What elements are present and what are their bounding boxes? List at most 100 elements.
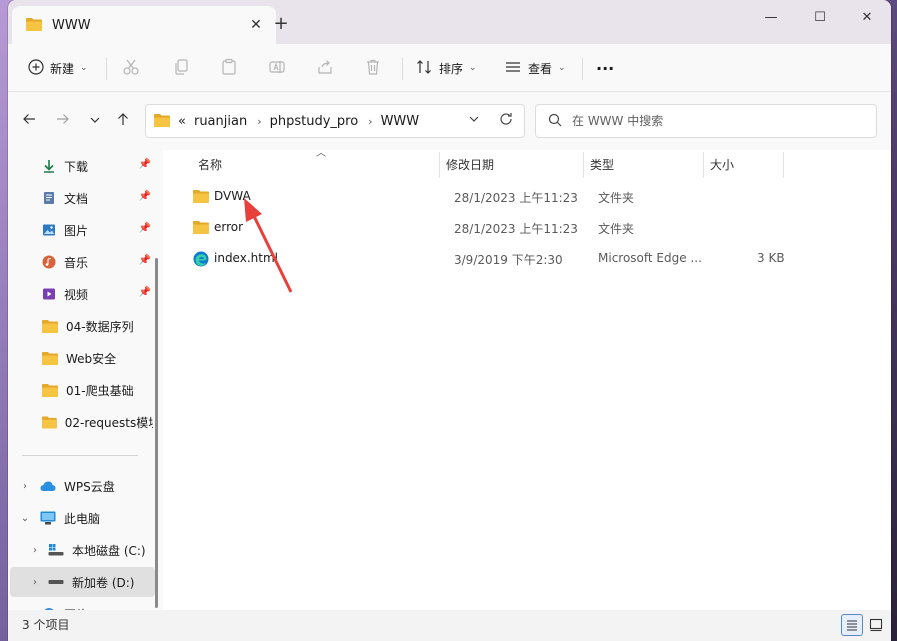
breadcrumb-www[interactable]: WWW (381, 114, 420, 129)
nav-item-folder-04[interactable]: 04-数据序列 (8, 311, 153, 341)
tab-title: WWW (52, 17, 91, 33)
edge-icon (193, 251, 209, 270)
nav-item-label: 图片 (64, 223, 89, 238)
file-type: 文件夹 (598, 191, 635, 205)
nav-item-documents[interactable]: 文档 📌 (8, 183, 153, 213)
chevron-right-icon[interactable]: › (257, 115, 261, 128)
list-view-icon (504, 58, 522, 79)
recent-locations-button[interactable] (82, 108, 108, 134)
close-window-button[interactable]: ✕ (844, 4, 890, 32)
music-icon (42, 255, 56, 269)
column-header-type[interactable]: 类型 (590, 150, 614, 178)
divider (106, 58, 107, 80)
breadcrumb-ruanjian[interactable]: ruanjian (194, 114, 247, 129)
cloud-icon (40, 481, 56, 491)
folder-icon (42, 384, 58, 397)
nav-item-this-pc[interactable]: ⌄ 此电脑 (8, 503, 153, 533)
nav-item-pictures[interactable]: 图片 📌 (8, 215, 153, 245)
back-button[interactable] (16, 108, 42, 134)
column-divider[interactable] (583, 152, 584, 178)
address-dropdown-icon[interactable] (468, 113, 480, 128)
nav-item-music[interactable]: 音乐 📌 (8, 247, 153, 277)
paste-button[interactable] (220, 54, 238, 82)
chevron-right-icon[interactable]: › (28, 545, 42, 556)
divider (402, 58, 403, 80)
sort-button[interactable]: 排序 ⌄ (415, 54, 477, 82)
nav-item-drive-d[interactable]: › 新加卷 (D:) (10, 567, 155, 597)
folder-icon (26, 17, 42, 34)
column-divider[interactable] (703, 152, 704, 178)
drive-icon (48, 580, 64, 584)
forward-button[interactable] (50, 108, 76, 134)
address-bar[interactable]: « ruanjian › phpstudy_pro › WWW (145, 104, 525, 138)
share-icon (316, 58, 334, 79)
nav-item-folder-01[interactable]: 01-爬虫基础 (8, 375, 153, 405)
download-icon (44, 160, 54, 173)
divider (22, 455, 138, 456)
title-bar: WWW ✕ + — ☐ ✕ (8, 0, 891, 44)
nav-item-folder-02[interactable]: 02-requests模块 (8, 407, 153, 437)
search-box[interactable] (535, 104, 877, 138)
nav-item-downloads[interactable]: 下载 📌 (8, 151, 153, 181)
chevron-right-icon[interactable]: › (368, 115, 372, 128)
file-list: ︿ 名称 修改日期 类型 大小 DVWA 28/1/2023 上午11:23 文… (163, 148, 891, 610)
search-input[interactable] (572, 114, 852, 128)
share-button[interactable] (316, 54, 334, 82)
delete-button[interactable] (364, 54, 382, 82)
address-row: « ruanjian › phpstudy_pro › WWW (8, 92, 891, 150)
divider (582, 58, 583, 80)
column-divider[interactable] (439, 152, 440, 178)
column-divider[interactable] (783, 152, 784, 178)
nav-scrollbar[interactable] (155, 258, 158, 608)
file-name: error (214, 220, 244, 234)
file-type: 文件夹 (598, 222, 635, 236)
tab-www[interactable]: WWW ✕ (12, 6, 276, 44)
folder-icon (193, 220, 209, 237)
column-header-size[interactable]: 大小 (710, 150, 734, 178)
breadcrumb-phpstudy[interactable]: phpstudy_pro (270, 114, 359, 129)
new-tab-button[interactable]: + (270, 14, 292, 36)
nav-item-drive-c[interactable]: › 本地磁盘 (C:) (8, 535, 153, 565)
details-view-icon (847, 620, 857, 631)
pin-icon: 📌 (138, 255, 151, 266)
copy-button[interactable] (172, 54, 190, 82)
folder-icon (154, 113, 170, 130)
chevron-right-icon[interactable]: › (28, 577, 42, 588)
column-header-date[interactable]: 修改日期 (446, 150, 494, 178)
new-button[interactable]: 新建 ⌄ (28, 54, 88, 82)
nav-item-label: 此电脑 (64, 511, 101, 526)
column-header-name[interactable]: 名称 (198, 150, 222, 178)
file-name: index.html (214, 251, 278, 265)
pin-icon: 📌 (138, 223, 151, 234)
tiles-view-button[interactable] (865, 614, 887, 636)
nav-item-network[interactable]: 网络 (8, 599, 153, 610)
tab-close-icon[interactable]: ✕ (246, 15, 266, 35)
maximize-button[interactable]: ☐ (797, 4, 843, 32)
nav-item-videos[interactable]: 视频 📌 (8, 279, 153, 309)
details-view-button[interactable] (841, 614, 863, 636)
view-button[interactable]: 查看 ⌄ (504, 54, 566, 82)
nav-item-wps-cloud[interactable]: › WPS云盘 (8, 471, 153, 501)
up-button[interactable] (110, 108, 136, 134)
chevron-down-icon: ⌄ (469, 63, 477, 73)
nav-item-label: 下载 (64, 159, 89, 174)
tiles-view-icon (869, 618, 883, 632)
chevron-down-icon[interactable]: ⌄ (18, 513, 32, 524)
sort-button-label: 排序 (439, 61, 464, 76)
rename-button[interactable] (268, 54, 286, 82)
more-options-button[interactable]: ··· (596, 54, 614, 82)
nav-item-label: 音乐 (64, 255, 89, 270)
file-row-index-html[interactable]: index.html 3/9/2019 下午2:30 Microsoft Edg… (183, 244, 803, 274)
nav-item-label: 本地磁盘 (C:) (72, 543, 146, 558)
arrow-left-icon (23, 114, 35, 124)
breadcrumb-overflow[interactable]: « (178, 114, 186, 129)
cut-button[interactable] (122, 54, 140, 82)
nav-item-web-security[interactable]: Web安全 (8, 343, 153, 373)
file-date: 28/1/2023 上午11:23 (454, 191, 578, 205)
minimize-button[interactable]: — (748, 4, 794, 32)
file-row-error[interactable]: error 28/1/2023 上午11:23 文件夹 (183, 213, 803, 243)
file-row-dvwa[interactable]: DVWA 28/1/2023 上午11:23 文件夹 (183, 182, 803, 212)
chevron-right-icon[interactable]: › (18, 481, 32, 492)
folder-icon (42, 352, 58, 365)
refresh-icon[interactable] (498, 111, 514, 131)
